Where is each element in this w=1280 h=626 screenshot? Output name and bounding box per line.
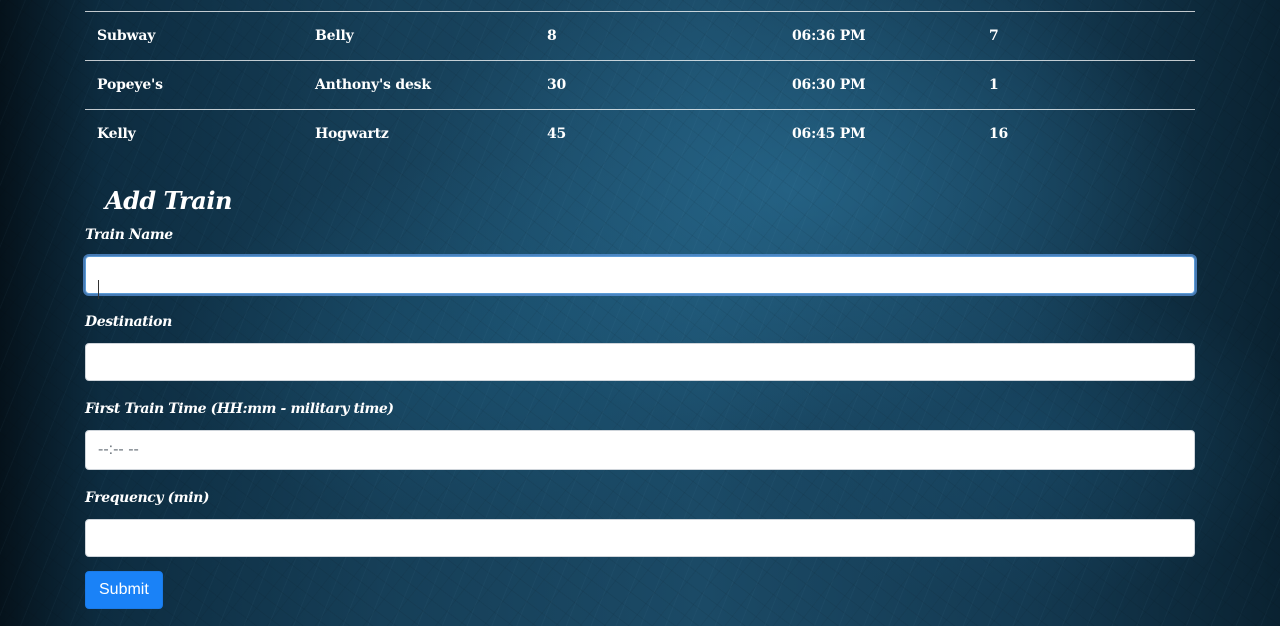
- train-name-cell: Popeye's: [97, 77, 163, 93]
- add-train-heading: Add Train: [105, 185, 232, 215]
- train-name-group: Train Name: [85, 224, 1195, 294]
- minutes-away-cell: 1: [989, 77, 999, 93]
- train-name-label: Train Name: [85, 226, 173, 243]
- train-schedule-table: Subway Belly 8 06:36 PM 7 Popeye's Antho…: [85, 11, 1195, 159]
- train-name-cell: Subway: [97, 28, 156, 44]
- frequency-group: Frequency (min): [85, 487, 1195, 557]
- next-arrival-cell: 06:36 PM: [792, 28, 866, 44]
- minutes-away-cell: 7: [989, 28, 999, 44]
- first-train-time-label: First Train Time (HH:mm - military time): [85, 400, 394, 417]
- main-container: Subway Belly 8 06:36 PM 7 Popeye's Antho…: [85, 0, 1195, 609]
- frequency-cell: 8: [547, 28, 557, 44]
- frequency-cell: 45: [547, 126, 567, 143]
- next-arrival-cell: 06:45 PM: [792, 126, 866, 143]
- first-train-time-group: First Train Time (HH:mm - military time): [85, 398, 1195, 470]
- frequency-cell: 30: [547, 77, 567, 93]
- frequency-input[interactable]: [85, 518, 1195, 557]
- destination-cell: Belly: [315, 28, 354, 44]
- destination-group: Destination: [85, 311, 1195, 381]
- minutes-away-cell: 16: [989, 126, 1009, 143]
- destination-cell: Anthony's desk: [315, 77, 431, 93]
- submit-button[interactable]: Submit: [85, 570, 163, 609]
- add-train-form: Train Name Destination First Train Time …: [85, 224, 1195, 609]
- first-train-time-input[interactable]: [85, 429, 1195, 470]
- train-name-cell: Kelly: [97, 126, 136, 143]
- destination-cell: Hogwartz: [315, 126, 389, 143]
- next-arrival-cell: 06:30 PM: [792, 77, 866, 93]
- text-cursor: [98, 280, 99, 299]
- table-row: Kelly Hogwartz 45 06:45 PM 16: [85, 109, 1195, 159]
- destination-label: Destination: [85, 313, 172, 330]
- table-row: Subway Belly 8 06:36 PM 7: [85, 11, 1195, 61]
- frequency-label: Frequency (min): [85, 489, 210, 506]
- table-row: Popeye's Anthony's desk 30 06:30 PM 1: [85, 60, 1195, 110]
- train-name-input[interactable]: [85, 255, 1195, 294]
- destination-input[interactable]: [85, 342, 1195, 381]
